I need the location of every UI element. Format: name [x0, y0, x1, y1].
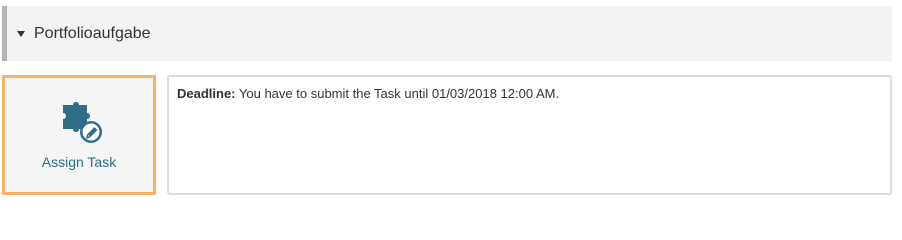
assign-task-label: Assign Task [41, 154, 117, 170]
deadline-label: Deadline: [177, 86, 236, 101]
assign-task-button[interactable]: Assign Task [2, 75, 156, 195]
section-title: Portfolioaufgabe [34, 24, 151, 42]
puzzle-pencil-icon [63, 102, 102, 143]
section-header-toggle[interactable]: Portfolioaufgabe [2, 6, 892, 61]
deadline-text: You have to submit the Task until 01/03/… [238, 86, 560, 101]
caret-down-icon [17, 30, 25, 37]
deadline-info-panel: Deadline: You have to submit the Task un… [167, 75, 892, 195]
